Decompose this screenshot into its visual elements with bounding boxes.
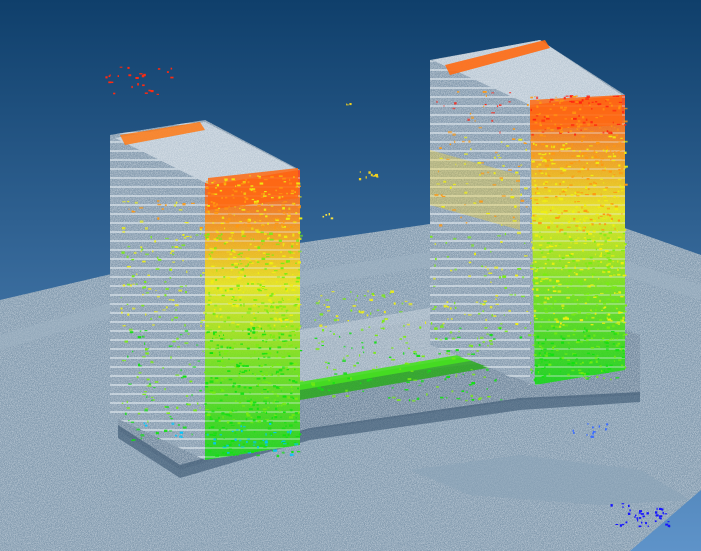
point-cloud-viewport[interactable] xyxy=(0,0,701,551)
point-cloud-scene[interactable] xyxy=(0,0,701,551)
left-tower xyxy=(110,120,300,460)
